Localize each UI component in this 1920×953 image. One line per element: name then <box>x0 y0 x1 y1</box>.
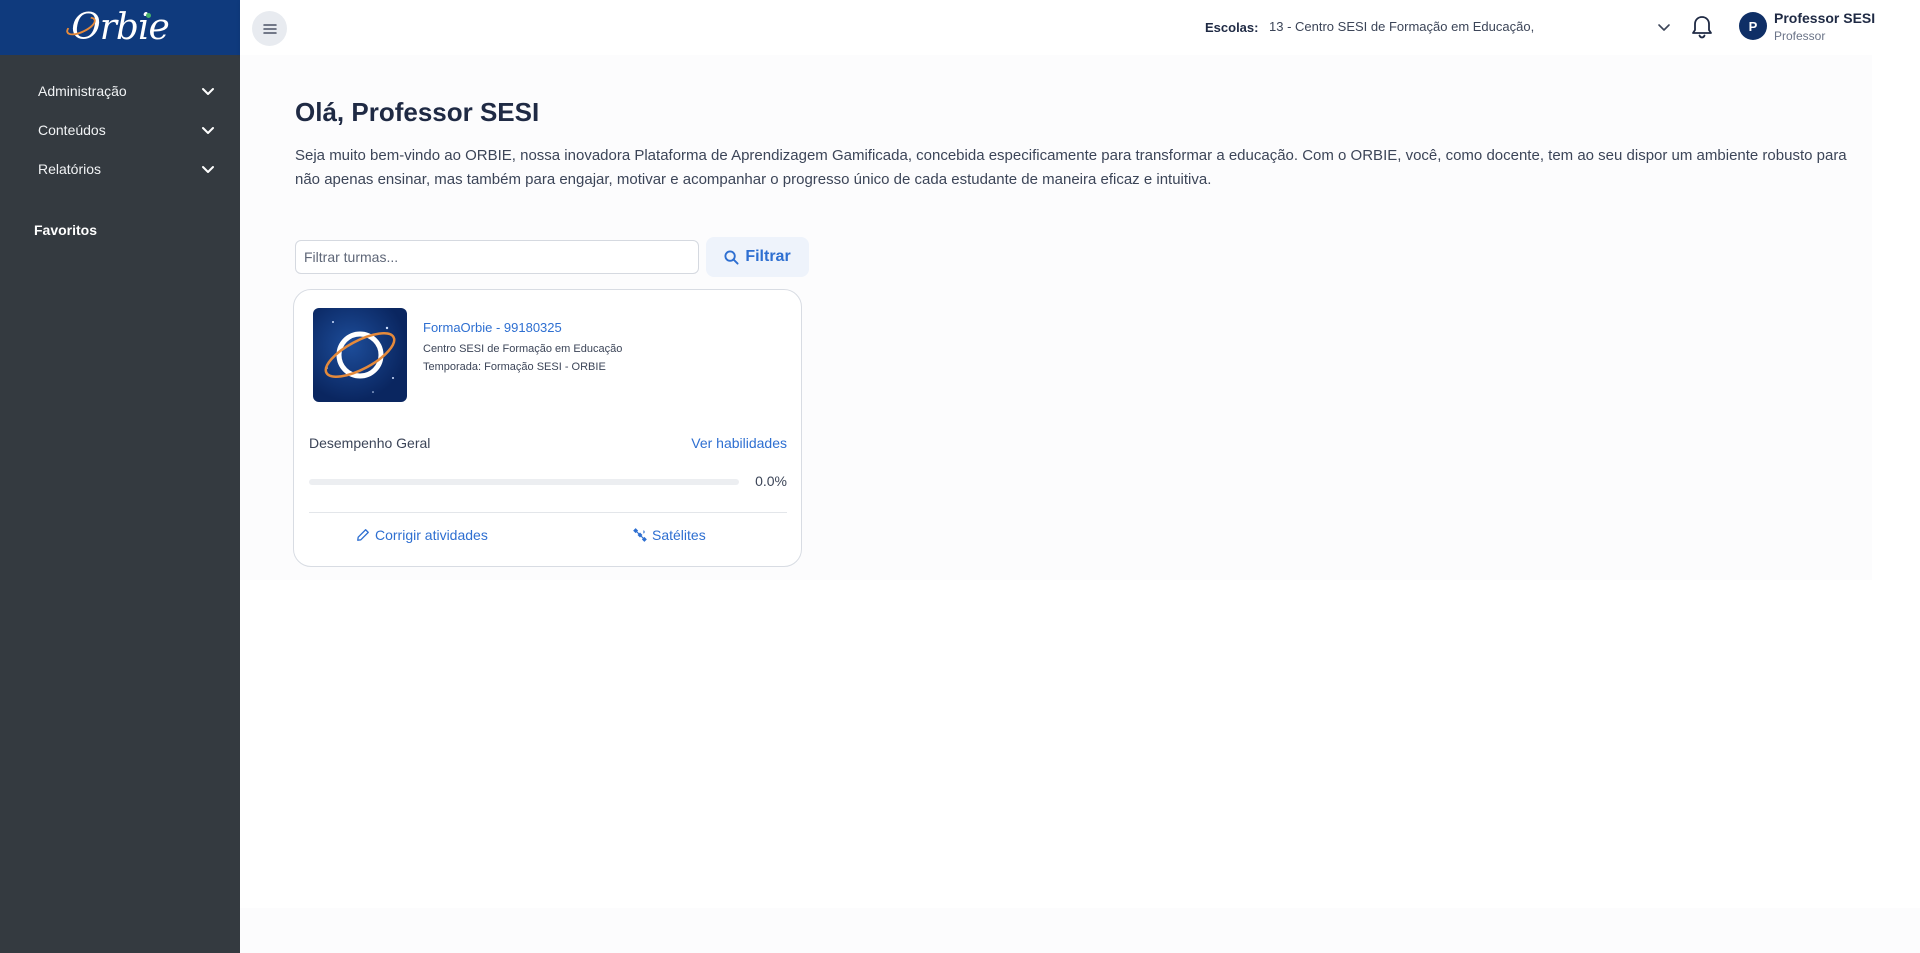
chevron-down-icon[interactable] <box>1655 18 1673 36</box>
filter-button[interactable]: Filtrar <box>706 237 809 277</box>
chevron-down-icon <box>202 126 214 134</box>
sidebar-item-administracao[interactable]: Administração <box>0 71 240 110</box>
divider <box>309 512 787 513</box>
view-skills-link[interactable]: Ver habilidades <box>691 435 787 451</box>
class-image[interactable] <box>313 308 407 402</box>
pencil-icon <box>357 529 369 541</box>
favorites-heading: Favoritos <box>34 222 98 238</box>
logo-bar: Orbie <box>0 0 240 55</box>
school-selector-label: Escolas: <box>1205 20 1259 35</box>
footer-strip <box>240 908 1920 953</box>
sidebar-menu: Administração Conteúdos Relatórios <box>0 55 240 188</box>
school-selector-value[interactable]: 13 - Centro SESI de Formação em Educação… <box>1269 19 1534 34</box>
content-panel: Olá, Professor SESI Seja muito bem-vindo… <box>240 55 1872 580</box>
sidebar-item-label: Conteúdos <box>38 121 106 138</box>
sidebar-item-relatorios[interactable]: Relatórios <box>0 149 240 188</box>
chevron-down-icon <box>202 165 214 173</box>
page-title: Olá, Professor SESI <box>295 97 540 127</box>
class-school: Centro SESI de Formação em Educação <box>423 343 623 355</box>
performance-progress-bar <box>309 479 739 485</box>
search-icon <box>724 249 739 265</box>
performance-value: 0.0% <box>755 473 787 489</box>
bell-icon[interactable] <box>1689 14 1715 40</box>
sidebar: Orbie Administração Conteúdos Relatórios… <box>0 0 240 953</box>
planet-icon <box>324 321 396 393</box>
sidebar-item-conteudos[interactable]: Conteúdos <box>0 110 240 149</box>
orbie-logo[interactable]: Orbie <box>63 7 170 48</box>
welcome-text: Seja muito bem-vindo ao ORBIE, nossa ino… <box>295 147 1847 188</box>
chevron-down-icon <box>202 87 214 95</box>
logo-dot-graphic <box>145 13 151 18</box>
main-content: Olá, Professor SESI Seja muito bem-vindo… <box>240 55 1920 953</box>
user-role: Professor <box>1774 29 1826 43</box>
satellites-label: Satélites <box>652 527 706 543</box>
satellites-button[interactable]: Satélites <box>633 527 706 543</box>
sidebar-item-label: Relatórios <box>38 160 102 177</box>
top-header: Escolas: 13 - Centro SESI de Formação em… <box>240 0 1920 55</box>
class-filter-input[interactable] <box>295 240 699 274</box>
menu-icon <box>262 23 277 34</box>
avatar[interactable]: P <box>1739 12 1767 40</box>
class-season: Temporada: Formação SESI - ORBIE <box>423 361 606 373</box>
fix-activities-label: Corrigir atividades <box>375 527 488 543</box>
sidebar-item-label: Administração <box>38 82 127 99</box>
class-title-link[interactable]: FormaOrbie - 99180325 <box>423 320 562 335</box>
satellite-icon <box>633 528 647 542</box>
user-name[interactable]: Professor SESI <box>1774 10 1875 26</box>
fix-activities-button[interactable]: Corrigir atividades <box>356 527 488 543</box>
filter-button-label: Filtrar <box>745 248 791 265</box>
performance-label: Desempenho Geral <box>309 435 431 451</box>
menu-toggle-button[interactable] <box>252 11 287 46</box>
class-card: FormaOrbie - 99180325 Centro SESI de For… <box>293 289 802 567</box>
